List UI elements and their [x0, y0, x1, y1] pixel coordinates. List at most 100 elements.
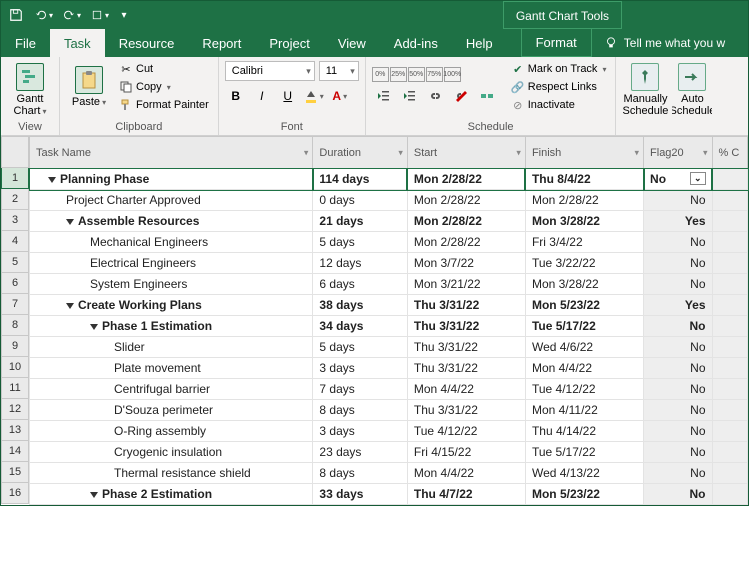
redo-icon[interactable]: ▾	[63, 6, 81, 24]
task-row[interactable]: Phase 1 Estimation34 daysThu 3/31/22Tue …	[30, 316, 748, 337]
cell-duration[interactable]: 5 days	[313, 337, 407, 358]
cell-start[interactable]: Thu 3/31/22	[407, 316, 525, 337]
link-button[interactable]	[424, 85, 446, 107]
tab-file[interactable]: File	[1, 29, 50, 57]
format-painter-button[interactable]: Format Painter	[116, 97, 212, 113]
cell-finish[interactable]: Wed 4/13/22	[525, 463, 643, 484]
cell-duration[interactable]: 33 days	[313, 484, 407, 505]
col-pct-complete[interactable]: % C	[712, 137, 747, 169]
row-number[interactable]: 9	[1, 336, 29, 357]
row-number[interactable]: 8	[1, 315, 29, 336]
outline-toggle-icon[interactable]	[66, 303, 74, 309]
cell-finish[interactable]: Tue 5/17/22	[525, 316, 643, 337]
row-number[interactable]: 1	[1, 168, 29, 189]
cell-finish[interactable]: Tue 3/22/22	[525, 253, 643, 274]
cell-start[interactable]: Thu 4/7/22	[407, 484, 525, 505]
cell-pct[interactable]	[712, 379, 747, 400]
cell-flag20[interactable]: No	[644, 232, 712, 253]
cell-pct[interactable]	[712, 421, 747, 442]
tab-report[interactable]: Report	[188, 29, 255, 57]
row-number[interactable]: 7	[1, 294, 29, 315]
cell-task-name[interactable]: Phase 1 Estimation	[30, 316, 313, 337]
col-start[interactable]: Start▾	[407, 137, 525, 169]
cell-finish[interactable]: Mon 3/28/22	[525, 274, 643, 295]
cell-start[interactable]: Thu 3/31/22	[407, 295, 525, 316]
cell-duration[interactable]: 34 days	[313, 316, 407, 337]
font-size-combo[interactable]: 11	[319, 61, 359, 81]
cell-flag20[interactable]: No	[644, 190, 712, 211]
row-number[interactable]: 11	[1, 378, 29, 399]
save-icon[interactable]	[7, 6, 25, 24]
row-number[interactable]: 14	[1, 441, 29, 462]
font-color-button[interactable]: A▾	[329, 85, 351, 107]
cell-finish[interactable]: Mon 5/23/22	[525, 295, 643, 316]
cell-duration[interactable]: 114 days	[313, 169, 407, 190]
cell-task-name[interactable]: Plate movement	[30, 358, 313, 379]
cell-task-name[interactable]: System Engineers	[30, 274, 313, 295]
cell-pct[interactable]	[712, 190, 747, 211]
cell-pct[interactable]	[712, 337, 747, 358]
select-all-cell[interactable]	[1, 136, 29, 168]
row-number[interactable]: 10	[1, 357, 29, 378]
col-finish[interactable]: Finish▾	[525, 137, 643, 169]
row-number[interactable]: 13	[1, 420, 29, 441]
task-row[interactable]: Mechanical Engineers5 daysMon 2/28/22Fri…	[30, 232, 748, 253]
tab-help[interactable]: Help	[452, 29, 507, 57]
cell-task-name[interactable]: Planning Phase	[30, 169, 313, 190]
task-row[interactable]: Thermal resistance shield8 daysMon 4/4/2…	[30, 463, 748, 484]
indent-button[interactable]	[398, 85, 420, 107]
col-task-name[interactable]: Task Name▾	[30, 137, 313, 169]
cell-pct[interactable]	[712, 358, 747, 379]
task-row[interactable]: System Engineers6 daysMon 3/21/22Mon 3/2…	[30, 274, 748, 295]
tell-me-search[interactable]: Tell me what you w	[592, 29, 725, 57]
task-row[interactable]: Centrifugal barrier7 daysMon 4/4/22Tue 4…	[30, 379, 748, 400]
cell-pct[interactable]	[712, 169, 747, 190]
cell-start[interactable]: Thu 3/31/22	[407, 358, 525, 379]
row-number[interactable]: 5	[1, 252, 29, 273]
col-flag20[interactable]: Flag20▾	[644, 137, 712, 169]
cell-start[interactable]: Thu 3/31/22	[407, 400, 525, 421]
pct-75[interactable]: 75%	[426, 67, 443, 82]
cell-flag20[interactable]: No	[644, 274, 712, 295]
tab-project[interactable]: Project	[255, 29, 323, 57]
cell-flag20[interactable]: Yes	[644, 211, 712, 232]
cell-flag20[interactable]: No	[644, 379, 712, 400]
tab-addins[interactable]: Add-ins	[380, 29, 452, 57]
cell-flag20[interactable]: No	[644, 484, 712, 505]
cell-flag20[interactable]: No	[644, 316, 712, 337]
cell-start[interactable]: Tue 4/12/22	[407, 421, 525, 442]
cell-finish[interactable]: Mon 4/11/22	[525, 400, 643, 421]
cell-finish[interactable]: Mon 5/23/22	[525, 484, 643, 505]
cell-start[interactable]: Mon 2/28/22	[407, 211, 525, 232]
task-row[interactable]: Slider5 daysThu 3/31/22Wed 4/6/22No	[30, 337, 748, 358]
task-row[interactable]: Electrical Engineers12 daysMon 3/7/22Tue…	[30, 253, 748, 274]
cell-pct[interactable]	[712, 232, 747, 253]
cell-task-name[interactable]: Assemble Resources	[30, 211, 313, 232]
qat-extra-icon[interactable]: ▾	[91, 6, 109, 24]
task-row[interactable]: Phase 2 Estimation33 daysThu 4/7/22Mon 5…	[30, 484, 748, 505]
cell-finish[interactable]: Mon 3/28/22	[525, 211, 643, 232]
tab-view[interactable]: View	[324, 29, 380, 57]
cell-finish[interactable]: Thu 4/14/22	[525, 421, 643, 442]
task-row[interactable]: Plate movement3 daysThu 3/31/22Mon 4/4/2…	[30, 358, 748, 379]
outline-toggle-icon[interactable]	[90, 492, 98, 498]
cell-pct[interactable]	[712, 442, 747, 463]
cell-finish[interactable]: Fri 3/4/22	[525, 232, 643, 253]
cell-task-name[interactable]: Thermal resistance shield	[30, 463, 313, 484]
cell-start[interactable]: Mon 2/28/22	[407, 232, 525, 253]
mark-on-track-button[interactable]: ✔Mark on Track▾	[508, 61, 610, 77]
task-row[interactable]: Create Working Plans38 daysThu 3/31/22Mo…	[30, 295, 748, 316]
paste-button[interactable]: Paste▾	[66, 64, 112, 110]
cell-duration[interactable]: 23 days	[313, 442, 407, 463]
cell-task-name[interactable]: D'Souza perimeter	[30, 400, 313, 421]
undo-icon[interactable]: ▾	[35, 6, 53, 24]
auto-schedule-button[interactable]: Auto Schedule	[672, 61, 712, 119]
cut-button[interactable]: ✂Cut	[116, 61, 212, 77]
row-number[interactable]: 12	[1, 399, 29, 420]
bold-button[interactable]: B	[225, 85, 247, 107]
task-row[interactable]: D'Souza perimeter8 daysThu 3/31/22Mon 4/…	[30, 400, 748, 421]
pct-25[interactable]: 25%	[390, 67, 407, 82]
outline-toggle-icon[interactable]	[48, 177, 56, 183]
cell-start[interactable]: Mon 4/4/22	[407, 463, 525, 484]
cell-flag20[interactable]: No	[644, 463, 712, 484]
